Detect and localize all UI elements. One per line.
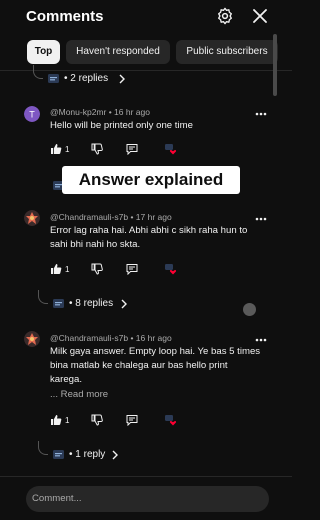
dislike-icon[interactable] bbox=[91, 263, 103, 275]
creator-heart-icon[interactable] bbox=[165, 144, 177, 155]
thread-connector bbox=[38, 290, 48, 304]
filter-chips: Top Haven't responded Public subscribers bbox=[0, 40, 292, 64]
channel-avatar-icon bbox=[53, 299, 64, 308]
chevron-right-icon bbox=[119, 74, 125, 84]
comment-author[interactable]: @Chandramauli-s7b bbox=[50, 333, 128, 343]
more-options-icon[interactable] bbox=[255, 337, 267, 343]
like-icon[interactable] bbox=[50, 143, 62, 155]
page-title: Comments bbox=[26, 8, 104, 25]
creator-heart-icon[interactable] bbox=[165, 415, 177, 426]
comment-actions: 1 bbox=[50, 263, 190, 277]
thread-connector bbox=[38, 441, 48, 455]
comment-actions: 1 bbox=[50, 414, 190, 428]
comment-time: • 16 hr ago bbox=[130, 333, 172, 343]
touch-indicator bbox=[243, 303, 256, 316]
comment-meta: @Chandramauli-s7b • 16 hr ago bbox=[50, 333, 172, 343]
channel-avatar-icon bbox=[53, 450, 64, 459]
comment-meta: @Chandramauli-s7b • 17 hr ago bbox=[50, 212, 172, 222]
comment-text: Hello will be printed only one time bbox=[50, 120, 193, 131]
avatar[interactable] bbox=[24, 210, 40, 226]
replies-count: • 1 reply bbox=[69, 449, 106, 460]
view-replies-button[interactable]: • 8 replies bbox=[38, 290, 158, 312]
avatar[interactable] bbox=[24, 331, 40, 347]
comment-input[interactable]: Comment... bbox=[26, 486, 269, 512]
comment-time: • 17 hr ago bbox=[130, 212, 172, 222]
gear-icon[interactable] bbox=[216, 7, 234, 25]
comment-text: Error lag raha hai. Abhi abhi c sikh rah… bbox=[50, 225, 248, 250]
comment-input-placeholder: Comment... bbox=[32, 493, 82, 504]
dislike-icon[interactable] bbox=[91, 414, 103, 426]
scrollbar[interactable] bbox=[273, 34, 277, 96]
comment-author[interactable]: @Chandramauli-s7b bbox=[50, 212, 128, 222]
avatar-letter: T bbox=[29, 110, 35, 120]
like-count: 1 bbox=[65, 265, 70, 274]
tab-top[interactable]: Top bbox=[27, 40, 60, 64]
reply-icon[interactable] bbox=[126, 414, 138, 426]
view-replies-button[interactable]: • 1 reply bbox=[38, 441, 158, 463]
read-more-link[interactable]: ... Read more bbox=[50, 389, 108, 400]
comment-actions: 1 bbox=[50, 143, 190, 157]
like-count: 1 bbox=[65, 416, 70, 425]
comments-header: Comments bbox=[0, 0, 292, 34]
replies-count: • 2 replies bbox=[64, 73, 109, 84]
video-caption-overlay: Answer explained bbox=[62, 166, 240, 194]
like-count: 1 bbox=[65, 145, 70, 154]
like-icon[interactable] bbox=[50, 414, 62, 426]
tab-public-subscribers[interactable]: Public subscribers bbox=[176, 40, 278, 64]
view-replies-button[interactable]: • 2 replies bbox=[33, 65, 153, 87]
reply-icon[interactable] bbox=[126, 143, 138, 155]
channel-avatar-icon bbox=[48, 74, 59, 83]
dislike-icon[interactable] bbox=[91, 143, 103, 155]
chevron-right-icon bbox=[121, 299, 127, 309]
comment-author[interactable]: @Monu-kp2mr bbox=[50, 107, 106, 117]
more-options-icon[interactable] bbox=[255, 111, 267, 117]
divider bbox=[0, 476, 292, 477]
thread-connector bbox=[33, 65, 43, 79]
close-icon[interactable] bbox=[252, 8, 268, 24]
chevron-right-icon bbox=[112, 450, 118, 460]
reply-icon[interactable] bbox=[126, 263, 138, 275]
replies-count: • 8 replies bbox=[69, 298, 114, 309]
comment-time: • 16 hr ago bbox=[108, 107, 150, 117]
like-icon[interactable] bbox=[50, 263, 62, 275]
comment-meta: @Monu-kp2mr • 16 hr ago bbox=[50, 107, 150, 117]
avatar[interactable]: T bbox=[24, 106, 40, 122]
creator-heart-icon[interactable] bbox=[165, 264, 177, 275]
more-options-icon[interactable] bbox=[255, 216, 267, 222]
comment-text: Milk gaya answer. Empty loop hai. Ye bas… bbox=[50, 346, 261, 385]
tab-havent-responded[interactable]: Haven't responded bbox=[66, 40, 170, 64]
